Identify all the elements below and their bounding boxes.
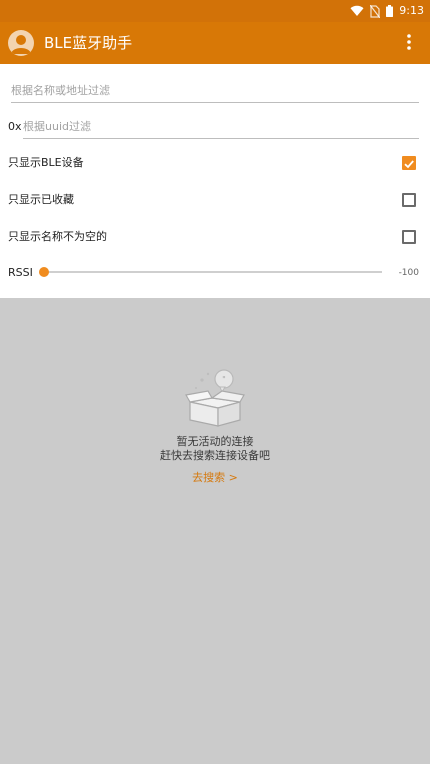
option-label: 只显示BLE设备	[8, 156, 84, 169]
status-icons: 9:13	[350, 3, 424, 19]
rssi-row: RSSI -100	[0, 260, 430, 284]
status-bar: 9:13	[0, 0, 430, 22]
option-row-named-only[interactable]: 只显示名称不为空的	[0, 222, 430, 252]
filter-panel: 0x 只显示BLE设备 只显示已收藏 只显示名称不为空的 RSSI -100	[0, 64, 430, 298]
option-row-favorites-only[interactable]: 只显示已收藏	[0, 185, 430, 215]
app-title: BLE蓝牙助手	[44, 34, 133, 52]
option-label: 只显示已收藏	[8, 193, 74, 206]
go-search-link[interactable]: 去搜索 >	[0, 471, 430, 485]
check-icon	[404, 160, 414, 169]
rssi-value: -100	[398, 268, 419, 278]
wifi-icon	[350, 5, 364, 17]
empty-state-subtitle: 赶快去搜索连接设备吧	[160, 449, 270, 462]
named-only-checkbox[interactable]	[402, 230, 416, 244]
svg-text:": "	[222, 375, 226, 384]
empty-box-icon: "	[185, 369, 245, 427]
no-sim-icon	[370, 4, 381, 18]
more-options-button[interactable]	[396, 30, 422, 56]
status-time: 9:13	[399, 4, 424, 17]
rssi-label: RSSI	[8, 266, 33, 279]
empty-state-title: 暂无活动的连接	[176, 435, 254, 448]
ble-only-checkbox[interactable]	[402, 156, 416, 170]
name-address-filter-input[interactable]	[11, 78, 419, 103]
more-vert-icon	[407, 34, 411, 50]
avatar-icon[interactable]	[8, 30, 34, 56]
favorites-only-checkbox[interactable]	[402, 193, 416, 207]
rssi-slider-track	[44, 271, 382, 273]
battery-icon	[386, 5, 394, 17]
uuid-filter-input[interactable]	[23, 114, 419, 139]
app-bar: BLE蓝牙助手	[0, 22, 430, 64]
rssi-slider[interactable]	[38, 266, 384, 278]
uuid-prefix-label: 0x	[8, 120, 22, 133]
option-label: 只显示名称不为空的	[8, 230, 107, 243]
option-row-ble-only[interactable]: 只显示BLE设备	[0, 148, 430, 178]
rssi-slider-thumb[interactable]	[39, 267, 49, 277]
